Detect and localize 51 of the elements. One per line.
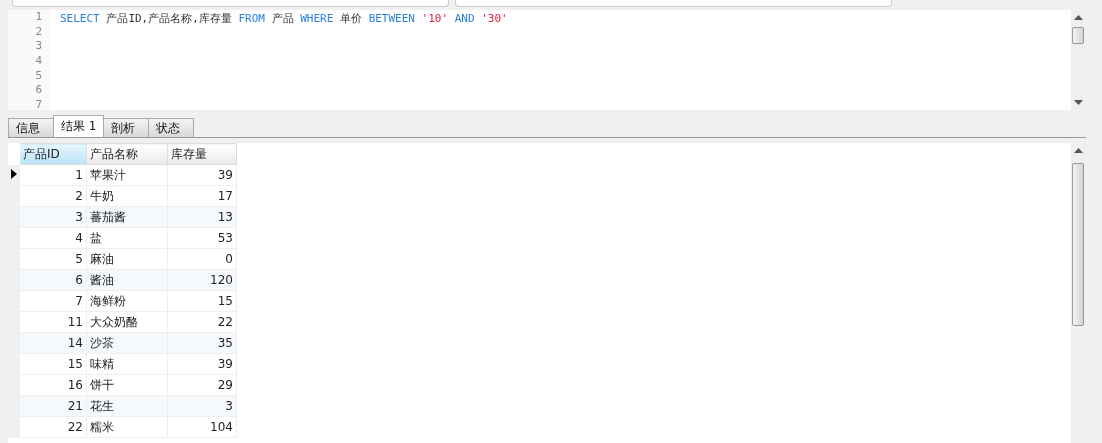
result-tab[interactable]: 状态	[148, 118, 195, 137]
result-tab[interactable]: 结果 1	[53, 115, 105, 137]
table-cell: 2	[19, 185, 87, 207]
line-number: 5	[34, 68, 42, 84]
scrollbar-thumb[interactable]	[1072, 27, 1084, 44]
table-cell: 5	[19, 248, 87, 270]
table-cell: 苹果汁	[86, 164, 168, 186]
line-number: 6	[34, 83, 42, 99]
table-cell: 39	[167, 353, 237, 375]
line-number: 3	[34, 39, 42, 55]
line-number: 1	[34, 10, 42, 25]
table-cell: 麻油	[86, 248, 168, 270]
table-cell: 0	[167, 248, 237, 270]
query-tab[interactable]	[12, 0, 449, 7]
line-number: 2	[34, 24, 42, 40]
table-cell: 22	[167, 311, 237, 333]
sql-query[interactable]: SELECT 产品ID,产品名称,库存量 FROM 产品 WHERE 单价 BETWEEN '10' AND '30'	[50, 10, 1071, 110]
table-cell: 饼干	[86, 374, 168, 396]
table-cell: 39	[167, 164, 237, 186]
table-cell: 11	[19, 311, 87, 333]
scrollbar[interactable]	[1071, 143, 1086, 443]
scroll-down-icon[interactable]	[1074, 100, 1083, 105]
table-cell: 1	[19, 164, 87, 186]
query-tab[interactable]	[455, 0, 892, 7]
table-cell: 7	[19, 290, 87, 312]
column-header[interactable]: 库存量	[167, 143, 237, 165]
table-cell: 29	[167, 374, 237, 396]
result-tab[interactable]: 剖析	[103, 118, 150, 137]
column-header[interactable]: 产品ID	[19, 143, 87, 165]
line-number: 4	[34, 54, 42, 69]
table-cell: 22	[19, 416, 87, 438]
table-cell: 盐	[86, 227, 168, 249]
table-cell: 16	[19, 374, 87, 396]
table-cell: 4	[19, 227, 87, 249]
table-cell: 大众奶酪	[86, 311, 168, 333]
table-cell: 17	[167, 185, 237, 207]
table-cell: 104	[167, 416, 237, 438]
table-cell: 牛奶	[86, 185, 168, 207]
table-cell: 糯米	[86, 416, 168, 438]
table-cell: 15	[19, 353, 87, 375]
result-tab[interactable]: 信息	[8, 118, 54, 137]
scroll-up-icon[interactable]	[1074, 15, 1083, 20]
table-cell: 海鲜粉	[86, 290, 168, 312]
row-pointer-icon	[11, 169, 17, 179]
line-number: 7	[34, 98, 42, 110]
scroll-up-icon[interactable]	[1074, 148, 1083, 153]
table-cell: 15	[167, 290, 237, 312]
column-header[interactable]: 产品名称	[86, 143, 168, 165]
scrollbar-thumb[interactable]	[1072, 163, 1084, 326]
table-cell: 53	[167, 227, 237, 249]
table-cell: 味精	[86, 353, 168, 375]
